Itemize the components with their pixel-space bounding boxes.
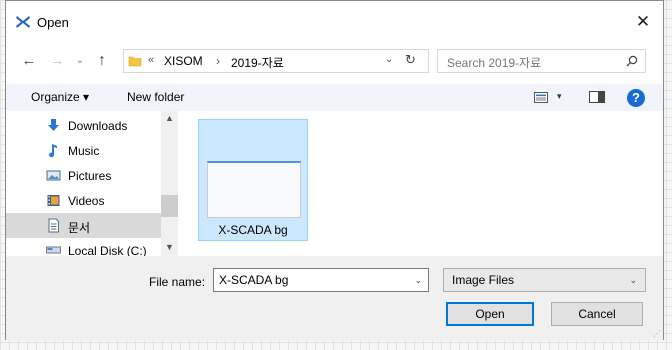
image-thumbnail	[207, 161, 301, 218]
close-button[interactable]: ✕	[629, 10, 657, 34]
search-input[interactable]: Search 2019-자료	[437, 49, 646, 73]
navigation-pane: Downloads Music Pictures Videos 문서 Local…	[6, 111, 178, 256]
view-dropdown-icon[interactable]: ▾	[557, 91, 562, 102]
pictures-icon	[46, 170, 61, 181]
view-options-icon[interactable]	[534, 92, 548, 103]
refresh-icon[interactable]: ↻	[405, 52, 416, 68]
command-toolbar: Organize ▾ New folder ▾ ?	[6, 84, 663, 111]
sidebar-item-videos[interactable]: Videos	[6, 188, 161, 213]
navigation-scrollbar[interactable]: ▲ ▼	[161, 111, 178, 256]
open-file-dialog: Open ✕ ← → ⌄ ↑ « XISOM › 2019-자료 ⌄ ↻ Sea…	[5, 0, 664, 340]
cancel-button[interactable]: Cancel	[551, 302, 643, 326]
sidebar-item-label: Music	[68, 144, 100, 158]
scroll-up-arrow-icon[interactable]: ▲	[165, 113, 174, 123]
preview-pane-icon[interactable]	[589, 91, 605, 103]
sidebar-item-label: Videos	[68, 194, 105, 208]
sidebar-item-label: Local Disk (C:)	[68, 244, 147, 256]
sidebar-item-downloads[interactable]: Downloads	[6, 113, 161, 138]
video-icon	[47, 195, 60, 206]
navigation-bar: ← → ⌄ ↑ « XISOM › 2019-자료 ⌄ ↻ Search 201…	[6, 45, 663, 77]
window-title: Open	[37, 15, 69, 30]
file-list-area: X-SCADA bg	[178, 111, 663, 256]
search-icon[interactable]	[626, 55, 638, 67]
sidebar-item-local-disk[interactable]: Local Disk (C:)	[6, 238, 161, 256]
scroll-down-arrow-icon[interactable]: ▼	[165, 242, 174, 252]
disk-icon	[46, 246, 61, 254]
file-name-label: File name:	[149, 275, 206, 289]
sidebar-item-label: Pictures	[68, 169, 112, 183]
address-bar[interactable]: « XISOM › 2019-자료 ⌄ ↻	[123, 49, 429, 73]
new-folder-button[interactable]: New folder	[127, 90, 184, 104]
up-folder-button[interactable]: ↑	[92, 51, 112, 71]
sidebar-item-label: 문서	[68, 221, 91, 235]
download-arrow-icon	[48, 119, 59, 131]
file-name-value[interactable]: X-SCADA bg	[219, 273, 288, 287]
file-item[interactable]: X-SCADA bg	[198, 119, 308, 241]
chevron-down-icon[interactable]: ⌄	[629, 275, 637, 286]
back-button[interactable]: ←	[18, 51, 40, 71]
breadcrumb-current-folder[interactable]: 2019-자료	[231, 54, 284, 71]
breadcrumb-overflow-icon[interactable]: «	[148, 54, 154, 66]
recent-locations-button[interactable]: ⌄	[72, 51, 88, 71]
organize-menu[interactable]: Organize ▾	[31, 90, 89, 104]
breadcrumb-xisom[interactable]: XISOM	[164, 54, 203, 68]
title-bar: Open ✕	[6, 1, 663, 41]
dialog-footer: File name: X-SCADA bg ⌄ Image Files ⌄ Op…	[6, 256, 663, 340]
file-item-name: X-SCADA bg	[218, 223, 288, 237]
folder-icon	[128, 56, 142, 67]
sidebar-item-pictures[interactable]: Pictures	[6, 163, 161, 188]
file-name-history-dropdown[interactable]: ⌄	[414, 275, 422, 286]
help-icon[interactable]: ?	[627, 89, 645, 107]
file-name-field[interactable]: X-SCADA bg ⌄	[213, 268, 429, 292]
sidebar-item-label: Downloads	[68, 119, 128, 133]
open-button[interactable]: Open	[446, 302, 534, 326]
sidebar-item-music[interactable]: Music	[6, 138, 161, 163]
app-icon	[16, 16, 30, 28]
scrollbar-thumb[interactable]	[161, 195, 178, 217]
search-placeholder: Search 2019-자료	[447, 56, 542, 70]
document-icon	[48, 218, 59, 233]
forward-button[interactable]: →	[46, 51, 68, 71]
music-note-icon	[49, 144, 57, 158]
breadcrumb-separator-icon[interactable]: ›	[216, 54, 220, 68]
file-type-value: Image Files	[452, 273, 515, 287]
file-type-select[interactable]: Image Files ⌄	[443, 268, 646, 292]
resize-grip-icon[interactable]: ⋰	[653, 329, 661, 338]
address-history-dropdown[interactable]: ⌄	[385, 54, 393, 65]
sidebar-item-documents[interactable]: 문서	[6, 213, 161, 238]
